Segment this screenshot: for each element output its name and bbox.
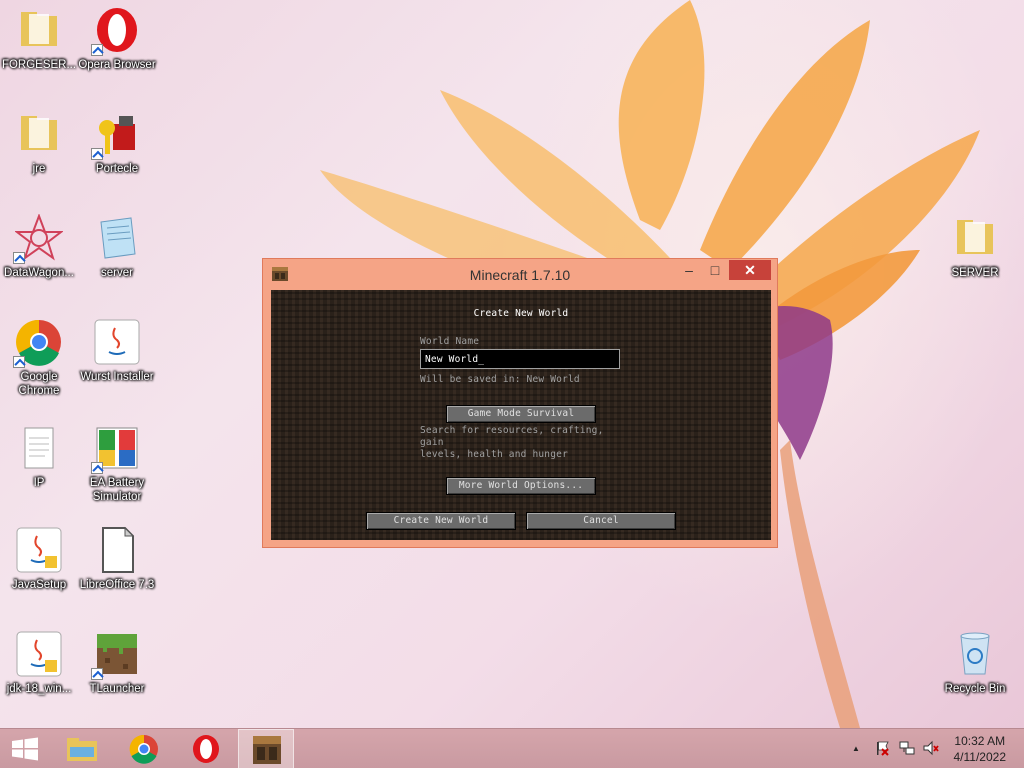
shortcut-arrow-icon bbox=[13, 356, 25, 368]
recycle-bin-icon bbox=[951, 630, 999, 678]
more-world-options-button[interactable]: More World Options... bbox=[446, 477, 596, 495]
notepad-icon bbox=[93, 214, 141, 262]
screen-title: Create New World bbox=[473, 308, 569, 319]
desktop-icon-javasetup[interactable]: JavaSetup bbox=[0, 526, 78, 592]
desktop-icon-label: DataWagon... bbox=[4, 267, 74, 279]
maximize-button[interactable]: □ bbox=[703, 260, 727, 280]
world-name-input[interactable]: New World_ bbox=[420, 349, 620, 369]
action-center-flag-icon[interactable] bbox=[874, 740, 890, 756]
create-new-world-button[interactable]: Create New World bbox=[366, 512, 516, 530]
desktop-icon-label: FORGESER... bbox=[1, 59, 77, 71]
windows-logo-icon bbox=[12, 737, 38, 761]
desktop-icon-label: LibreOffice 7.3 bbox=[79, 579, 155, 591]
chrome-icon bbox=[13, 318, 63, 368]
game-mode-button[interactable]: Game Mode Survival bbox=[446, 405, 596, 423]
desktop-icon-label: SERVER bbox=[951, 267, 999, 279]
shortcut-arrow-icon bbox=[91, 148, 103, 160]
taskbar-minecraft[interactable] bbox=[238, 729, 294, 769]
taskbar-chrome[interactable] bbox=[116, 729, 172, 769]
desktop-icon-label: JavaSetup bbox=[11, 579, 67, 591]
taskbar: ▲ 10:32 AM 4/11/2022 bbox=[0, 728, 1024, 769]
desktop-icon-label: IP bbox=[33, 477, 45, 489]
desktop-icon-label: jre bbox=[32, 163, 46, 175]
portecle-icon bbox=[91, 110, 141, 160]
desktop-icon-wurst[interactable]: Wurst Installer bbox=[78, 318, 156, 384]
clock-date: 4/11/2022 bbox=[953, 750, 1007, 764]
minecraft-window: Minecraft 1.7.10 – □ ✕ Create New World … bbox=[262, 258, 778, 548]
folder-icon bbox=[951, 214, 999, 262]
minimize-button[interactable]: – bbox=[677, 260, 701, 280]
show-hidden-icons-button[interactable]: ▲ bbox=[852, 744, 860, 753]
desktop-icon-portecle[interactable]: Portecle bbox=[78, 110, 156, 176]
desktop-icon-opera[interactable]: Opera Browser bbox=[78, 6, 156, 72]
network-icon[interactable] bbox=[898, 740, 916, 756]
close-button[interactable]: ✕ bbox=[729, 260, 771, 280]
file-explorer-icon bbox=[67, 738, 97, 761]
game-mode-description: Search for resources, crafting, gain lev… bbox=[420, 425, 630, 461]
desktop: FORGESER... jre DataWagon... Google Chro… bbox=[0, 0, 1024, 728]
clock-time: 10:32 AM bbox=[954, 734, 1006, 748]
desktop-icon-chrome[interactable]: Google Chrome bbox=[0, 318, 78, 398]
volume-muted-icon[interactable] bbox=[922, 740, 940, 756]
desktop-icon-tlauncher[interactable]: TLauncher bbox=[78, 630, 156, 696]
taskbar-opera[interactable] bbox=[178, 729, 234, 769]
cancel-button[interactable]: Cancel bbox=[526, 512, 676, 530]
chrome-icon bbox=[129, 734, 158, 764]
shortcut-arrow-icon bbox=[91, 462, 103, 474]
shortcut-arrow-icon bbox=[91, 44, 103, 56]
saved-in-text: Will be saved in: New World bbox=[420, 374, 580, 385]
java-icon bbox=[93, 318, 141, 366]
shortcut-arrow-icon bbox=[91, 668, 103, 680]
java-icon bbox=[15, 630, 63, 678]
opera-icon bbox=[91, 6, 141, 56]
desktop-icon-server-folder[interactable]: SERVER bbox=[936, 214, 1014, 280]
start-button[interactable] bbox=[0, 729, 50, 769]
desktop-icon-ip[interactable]: IP bbox=[0, 424, 78, 490]
folder-icon bbox=[15, 110, 63, 158]
desktop-icon-label: jdk-18_win... bbox=[6, 683, 72, 695]
minecraft-game-area: Create New World World Name New World_ W… bbox=[271, 290, 771, 540]
desktop-icon-server[interactable]: server bbox=[78, 214, 156, 280]
datawagon-icon bbox=[13, 213, 64, 264]
desktop-icon-label: Wurst Installer bbox=[80, 371, 154, 383]
desktop-icon-label: Portecle bbox=[95, 163, 139, 175]
grass-block-icon bbox=[91, 630, 141, 680]
desktop-icon-recycle-bin[interactable]: Recycle Bin bbox=[936, 630, 1014, 696]
desktop-icon-forgeser[interactable]: FORGESER... bbox=[0, 6, 78, 72]
opera-icon bbox=[193, 735, 219, 763]
ea-battery-icon bbox=[91, 424, 141, 474]
desktop-icon-jre[interactable]: jre bbox=[0, 110, 78, 176]
desktop-icon-libreoffice[interactable]: LibreOffice 7.3 bbox=[78, 526, 156, 592]
desktop-icon-label: Opera Browser bbox=[78, 59, 156, 71]
shortcut-arrow-icon bbox=[13, 252, 25, 264]
desktop-icon-label: TLauncher bbox=[89, 683, 145, 695]
game-mode-desc-line: levels, health and hunger bbox=[420, 449, 568, 460]
desktop-icon-datawagon[interactable]: DataWagon... bbox=[0, 213, 78, 280]
desktop-icon-label: Recycle Bin bbox=[944, 683, 1006, 695]
folder-icon bbox=[15, 6, 63, 54]
world-name-label: World Name bbox=[420, 336, 480, 347]
desktop-icon-ea-battery[interactable]: EA Battery Simulator bbox=[78, 424, 156, 504]
window-titlebar[interactable]: Minecraft 1.7.10 – □ ✕ bbox=[263, 259, 777, 289]
java-icon bbox=[15, 526, 63, 574]
libreoffice-icon bbox=[93, 526, 141, 574]
desktop-icon-label: EA Battery Simulator bbox=[89, 477, 145, 503]
desktop-icon-label: server bbox=[101, 267, 133, 279]
system-clock[interactable]: 10:32 AM 4/11/2022 bbox=[954, 733, 1007, 765]
game-mode-desc-line: Search for resources, crafting, gain bbox=[420, 425, 604, 448]
text-file-icon bbox=[15, 424, 63, 472]
desktop-icon-label: Google Chrome bbox=[18, 371, 60, 397]
taskbar-file-explorer[interactable] bbox=[54, 729, 110, 769]
desktop-icon-jdk[interactable]: jdk-18_win... bbox=[0, 630, 78, 696]
minecraft-crafting-table-icon bbox=[253, 736, 281, 764]
